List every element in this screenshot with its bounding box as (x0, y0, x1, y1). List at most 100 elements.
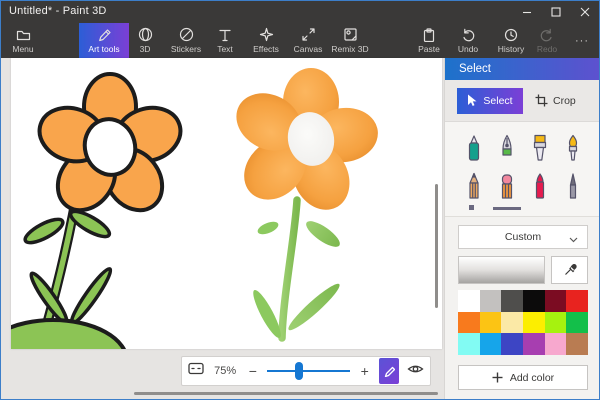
crop-icon (535, 94, 548, 107)
art-tools-tab[interactable]: Art tools (79, 23, 129, 58)
redo-icon (540, 28, 554, 42)
oil-brush-icon (562, 134, 584, 162)
add-color-button[interactable]: Add color (458, 365, 588, 390)
calligraphy-pen-button[interactable] (495, 132, 519, 162)
canvas-vertical-scrollbar[interactable] (435, 184, 438, 308)
calligraphy-pen-icon (496, 134, 518, 162)
crop-mode-button[interactable]: Crop (525, 94, 586, 107)
color-palette (458, 290, 588, 355)
tab-effects[interactable]: Effects (245, 23, 287, 58)
undo-icon (461, 28, 475, 42)
chevron-down-icon (569, 234, 578, 246)
crayon-button[interactable] (528, 170, 552, 200)
history-button[interactable]: History (490, 23, 532, 58)
eyedropper-icon (563, 263, 577, 277)
brush-grid (457, 132, 589, 200)
palette-swatch[interactable] (566, 333, 588, 355)
window-title: Untitled* - Paint 3D (9, 5, 107, 17)
palette-swatch[interactable] (523, 290, 545, 312)
zoom-slider-track[interactable] (267, 370, 350, 372)
tab-stickers[interactable]: Stickers (164, 23, 208, 58)
zoom-toolbar: 75% − + (181, 356, 431, 386)
canvas-artwork (11, 58, 442, 349)
palette-swatch[interactable] (566, 312, 588, 334)
paint-brush-button[interactable] (528, 132, 552, 162)
minimize-icon (522, 7, 532, 17)
pencil-brush-button[interactable] (462, 170, 486, 200)
tools-side-panel: Select Select Crop (444, 58, 600, 400)
palette-swatch[interactable] (458, 333, 480, 355)
brush-icon (97, 28, 112, 42)
palette-swatch[interactable] (566, 290, 588, 312)
eraser-icon (496, 172, 518, 200)
current-color-row (458, 256, 588, 284)
zoom-in-button[interactable]: + (358, 363, 371, 379)
panel-title: Select (459, 63, 491, 75)
palette-swatch[interactable] (545, 290, 567, 312)
remix-3d-icon (343, 28, 358, 42)
expand-canvas-icon (301, 28, 316, 42)
menu-button[interactable]: Menu (3, 23, 43, 58)
zoom-slider-thumb[interactable] (295, 362, 303, 380)
paint3d-window: Untitled* - Paint 3D Menu Art tools (0, 0, 600, 400)
color-type-dropdown[interactable]: Custom (458, 225, 588, 249)
zoom-out-button[interactable]: − (246, 363, 259, 379)
panel-header: Select (445, 58, 600, 80)
eraser-button[interactable] (495, 170, 519, 200)
palette-swatch[interactable] (458, 312, 480, 334)
tab-3d[interactable]: 3D (127, 23, 163, 58)
palette-swatch[interactable] (480, 290, 502, 312)
oil-brush-button[interactable] (561, 132, 585, 162)
plus-icon (492, 372, 503, 383)
titlebar: Untitled* - Paint 3D (1, 1, 599, 23)
tab-canvas[interactable]: Canvas (287, 23, 329, 58)
crayon-icon (529, 172, 551, 200)
workspace: 75% − + (1, 58, 444, 400)
redo-button[interactable]: Redo (529, 23, 565, 58)
palette-swatch[interactable] (501, 290, 523, 312)
zoom-slider[interactable] (267, 362, 350, 380)
pencil-icon (383, 365, 395, 377)
drawing-canvas[interactable] (11, 58, 442, 349)
tab-remix-3d[interactable]: Remix 3D (326, 23, 374, 58)
palette-swatch[interactable] (480, 312, 502, 334)
fit-to-window-icon[interactable] (188, 362, 204, 380)
palette-swatch[interactable] (523, 333, 545, 355)
clipboard-icon (422, 28, 436, 42)
pixel-pen-button[interactable] (561, 170, 585, 200)
palette-swatch[interactable] (501, 312, 523, 334)
view-mode-button[interactable] (407, 362, 424, 380)
palette-swatch[interactable] (480, 333, 502, 355)
color-section: Custom Add color (445, 217, 600, 390)
maximize-button[interactable] (541, 1, 570, 23)
palette-swatch[interactable] (545, 312, 567, 334)
marker-icon (463, 134, 485, 162)
sparkle-icon (259, 28, 274, 42)
canvas-horizontal-scrollbar[interactable] (134, 392, 438, 395)
edit-mode-button[interactable] (379, 358, 399, 384)
window-controls (512, 1, 599, 23)
paste-button[interactable]: Paste (409, 23, 449, 58)
color-type-value: Custom (505, 231, 541, 243)
palette-swatch[interactable] (545, 333, 567, 355)
close-icon (580, 7, 590, 17)
flower-2d (11, 74, 187, 349)
marker-brush-button[interactable] (462, 132, 486, 162)
eyedropper-button[interactable] (551, 256, 588, 284)
flower-3d (226, 68, 381, 341)
palette-swatch[interactable] (458, 290, 480, 312)
close-button[interactable] (570, 1, 599, 23)
text-icon (218, 28, 232, 42)
tab-text[interactable]: Text (207, 23, 243, 58)
maximize-icon (551, 7, 561, 17)
minimize-button[interactable] (512, 1, 541, 23)
undo-button[interactable]: Undo (450, 23, 486, 58)
brush-pager[interactable] (457, 202, 589, 214)
select-mode-button[interactable]: Select (457, 88, 523, 114)
cursor-arrow-icon (467, 94, 477, 107)
palette-swatch[interactable] (501, 333, 523, 355)
selection-mode-row: Select Crop (445, 80, 600, 122)
more-options-button[interactable]: ··· (567, 23, 597, 58)
current-color-preview[interactable] (458, 256, 545, 284)
palette-swatch[interactable] (523, 312, 545, 334)
